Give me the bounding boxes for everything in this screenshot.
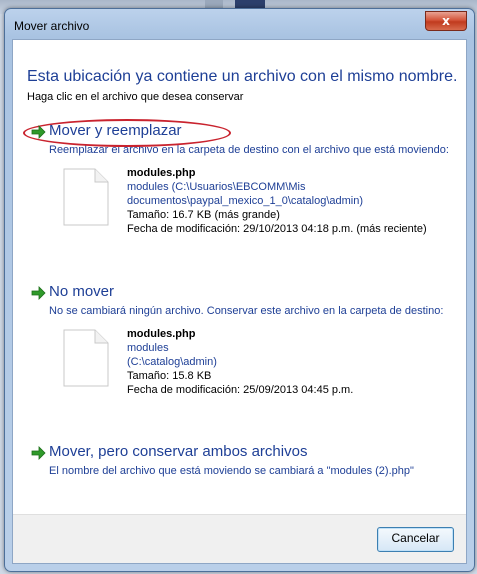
green-arrow-icon (31, 125, 46, 139)
dialog-content: Esta ubicación ya contiene un archivo co… (12, 39, 467, 564)
move-file-dialog: Mover archivo x Esta ubicación ya contie… (4, 8, 475, 572)
file-path-line: modules (C:\Usuarios\EBCOMM\Mis (127, 181, 306, 193)
file-name: modules.php (127, 167, 196, 179)
file-path-line: modules (127, 342, 169, 354)
green-arrow-icon (31, 446, 46, 460)
option-move-and-replace[interactable]: Mover y reemplazar Reemplazar el archivo… (23, 119, 451, 252)
file-path-line: documentos\paypal_mexico_1_0\catalog\adm… (127, 195, 364, 207)
option-title: Mover y reemplazar (49, 122, 182, 139)
dialog-footer: Cancelar (13, 514, 466, 563)
file-details: modules.php modules (C:\Usuarios\EBCOMM\… (49, 166, 451, 252)
option-header: Mover y reemplazar (23, 119, 451, 147)
file-path-line: (C:\catalog\admin) (127, 356, 217, 368)
file-size: Tamaño: 16.7 KB (más grande) (127, 209, 280, 221)
close-button[interactable]: x (425, 11, 467, 31)
conflict-heading: Esta ubicación ya contiene un archivo co… (27, 68, 458, 85)
conflict-subheading: Haga clic en el archivo que desea conser… (27, 91, 244, 103)
file-info: modules.php modules (C:\catalog\admin) T… (127, 327, 467, 397)
option-title: No mover (49, 283, 115, 300)
file-modified-date: Fecha de modificación: 25/09/2013 04:45 … (127, 384, 354, 396)
file-modified-date: Fecha de modificación: 29/10/2013 04:18 … (127, 223, 427, 235)
cancel-button[interactable]: Cancelar (377, 527, 454, 552)
option-do-not-move[interactable]: No mover No se cambiará ningún archivo. … (31, 283, 451, 413)
option-description: No se cambiará ningún archivo. Conservar… (49, 305, 444, 317)
file-name: modules.php (127, 328, 196, 340)
option-move-keep-both[interactable]: Mover, pero conservar ambos archivos El … (31, 443, 451, 478)
file-size: Tamaño: 15.8 KB (127, 370, 212, 382)
green-arrow-icon (31, 286, 46, 300)
file-icon (63, 329, 109, 387)
file-icon (63, 168, 109, 226)
file-details: modules.php modules (C:\catalog\admin) T… (49, 327, 451, 413)
option-title: Mover, pero conservar ambos archivos (49, 443, 308, 460)
option-header: Mover, pero conservar ambos archivos (31, 443, 451, 463)
option-header: No mover (31, 283, 451, 303)
close-icon: x (442, 14, 450, 28)
dialog-title: Mover archivo (14, 19, 90, 33)
title-bar: Mover archivo x (5, 9, 474, 41)
option-description: El nombre del archivo que está moviendo … (49, 465, 414, 477)
file-info: modules.php modules (C:\Usuarios\EBCOMM\… (127, 166, 467, 236)
